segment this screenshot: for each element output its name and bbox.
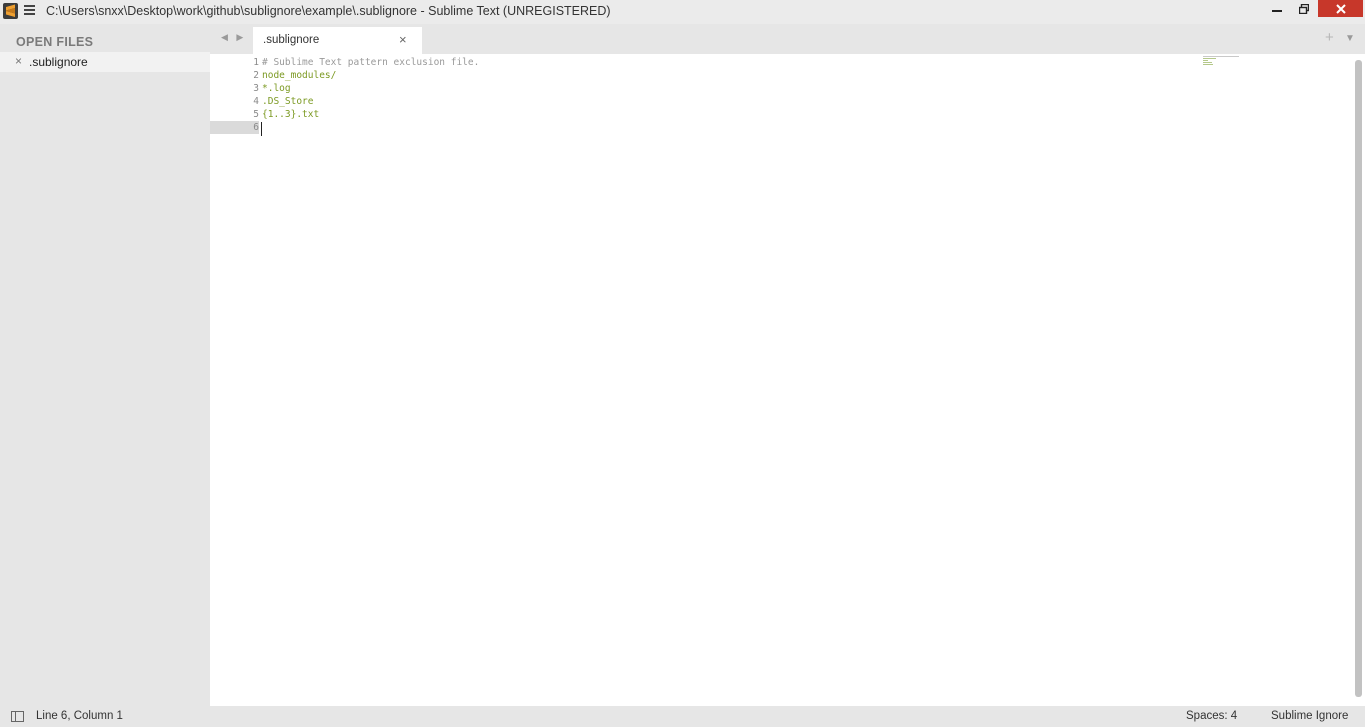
code-line-pattern: node_modules/ — [262, 70, 337, 81]
tab-bar: ◀ ▶ .sublignore × + ▼ — [210, 24, 1365, 54]
tab-nav-arrows-icon[interactable]: ◀ ▶ — [221, 32, 246, 43]
minimap[interactable] — [1203, 56, 1243, 68]
close-icon — [1335, 3, 1346, 14]
line-number: 3 — [253, 83, 259, 94]
line-number: 5 — [253, 109, 259, 120]
restore-button[interactable] — [1291, 0, 1316, 17]
sublime-logo-icon — [3, 3, 18, 19]
tab-label: .sublignore — [263, 34, 320, 46]
vertical-scrollbar[interactable] — [1355, 60, 1362, 697]
code-line-pattern: *.log — [262, 83, 291, 94]
line-number: 2 — [253, 70, 259, 81]
editor-area[interactable]: 1 2 3 4 5 6 # Sublime Text pattern exclu… — [210, 54, 1365, 706]
code-line-pattern: .DS_Store — [262, 96, 314, 107]
sidebar-file-name: .sublignore — [29, 55, 88, 69]
window-title: C:\Users\snxx\Desktop\work\github\sublig… — [46, 4, 611, 18]
minimize-button[interactable] — [1264, 0, 1289, 17]
indentation-setting[interactable]: Spaces: 4 — [1186, 710, 1237, 722]
tab-sublignore[interactable]: .sublignore × — [253, 27, 422, 54]
syntax-selector[interactable]: Sublime Ignore — [1271, 710, 1348, 722]
new-tab-icon[interactable]: + — [1325, 29, 1334, 46]
minimize-icon — [1271, 9, 1282, 12]
title-bar: C:\Users\snxx\Desktop\work\github\sublig… — [0, 0, 1365, 24]
cursor-position: Line 6, Column 1 — [36, 710, 123, 722]
tab-dropdown-icon[interactable]: ▼ — [1345, 33, 1355, 44]
code-line-pattern: {1..3}.txt — [262, 109, 320, 120]
status-bar: Line 6, Column 1 Spaces: 4 Sublime Ignor… — [0, 706, 1365, 727]
hamburger-menu-icon[interactable] — [24, 5, 35, 17]
toggle-sidebar-icon[interactable] — [11, 711, 24, 722]
sidebar: OPEN FILES × .sublignore — [0, 24, 210, 706]
sidebar-file-item[interactable]: × .sublignore — [0, 52, 210, 72]
code-line-comment: # Sublime Text pattern exclusion file. — [262, 57, 480, 68]
close-window-button[interactable] — [1318, 0, 1363, 17]
restore-icon — [1298, 3, 1309, 14]
open-files-heading: OPEN FILES — [16, 35, 94, 49]
close-file-icon[interactable]: × — [15, 54, 22, 68]
text-cursor — [261, 122, 262, 136]
line-number: 1 — [253, 57, 259, 68]
line-number: 4 — [253, 96, 259, 107]
tab-close-icon[interactable]: × — [399, 32, 407, 47]
line-number: 6 — [253, 122, 259, 133]
